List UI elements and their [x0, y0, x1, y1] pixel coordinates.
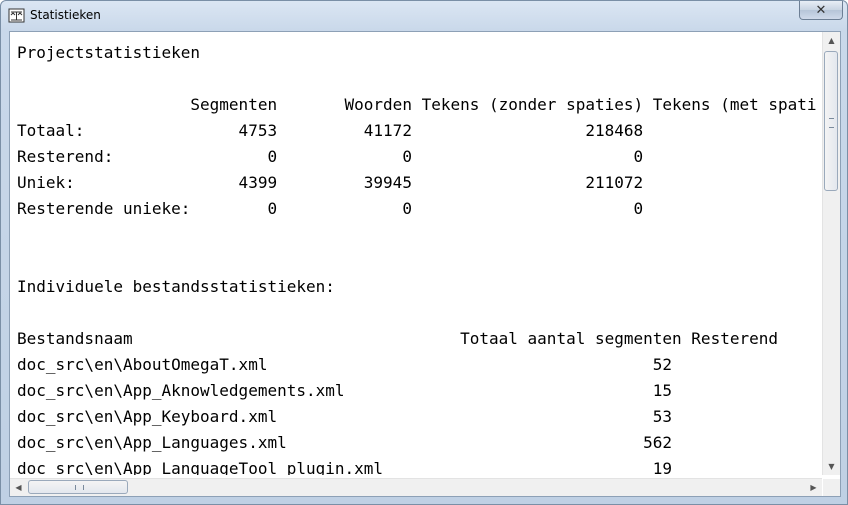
scrollbar-corner	[823, 479, 840, 496]
grip-icon	[75, 485, 84, 490]
text-line: doc_src\en\AboutOmegaT.xml 52	[17, 355, 673, 374]
text-line: Projectstatistieken	[17, 43, 201, 62]
scroll-left-arrow-icon[interactable]: ◀	[10, 479, 27, 496]
vertical-scroll-thumb[interactable]	[824, 51, 838, 191]
scroll-up-arrow-icon[interactable]: ▲	[823, 32, 840, 49]
statistics-panel: Projectstatistieken Segmenten Woorden Te…	[9, 31, 841, 497]
scroll-right-arrow-icon[interactable]: ▶	[805, 479, 822, 496]
text-line: doc_src\en\App_Languages.xml 562	[17, 433, 673, 452]
text-line: doc_src\en\App_LanguageTool_plugin.xml 1…	[17, 459, 673, 475]
app-icon	[8, 8, 25, 23]
window-title: Statistieken	[30, 8, 101, 22]
statistics-text[interactable]: Projectstatistieken Segmenten Woorden Te…	[10, 32, 816, 475]
text-line: doc_src\en\App_Keyboard.xml 53	[17, 407, 673, 426]
text-line: Individuele bestandsstatistieken:	[17, 277, 335, 296]
scroll-down-arrow-icon[interactable]: ▼	[823, 458, 840, 475]
close-icon: ✕	[815, 2, 827, 18]
text-line: Totaal: 4753 41172 218468	[17, 121, 644, 140]
text-line: Segmenten Woorden Tekens (zonder spaties…	[17, 95, 816, 114]
text-line: Bestandsnaam Totaal aantal segmenten Res…	[17, 329, 778, 348]
title-bar[interactable]: Statistieken ✕	[1, 1, 847, 31]
grip-icon	[829, 118, 834, 128]
vertical-scrollbar[interactable]: ▲ ▼	[822, 32, 840, 475]
text-line: Resterende unieke: 0 0 0	[17, 199, 644, 218]
text-line: Uniek: 4399 39945 211072	[17, 173, 644, 192]
close-button[interactable]: ✕	[799, 1, 843, 20]
horizontal-scrollbar[interactable]: ◀ ▶	[10, 478, 822, 496]
statistics-window: Statistieken ✕ Projectstatistieken Segme…	[0, 0, 848, 505]
text-line: doc_src\en\App_Aknowledgements.xml 15	[17, 381, 673, 400]
horizontal-scroll-thumb[interactable]	[28, 480, 128, 494]
text-line: Resterend: 0 0 0	[17, 147, 644, 166]
